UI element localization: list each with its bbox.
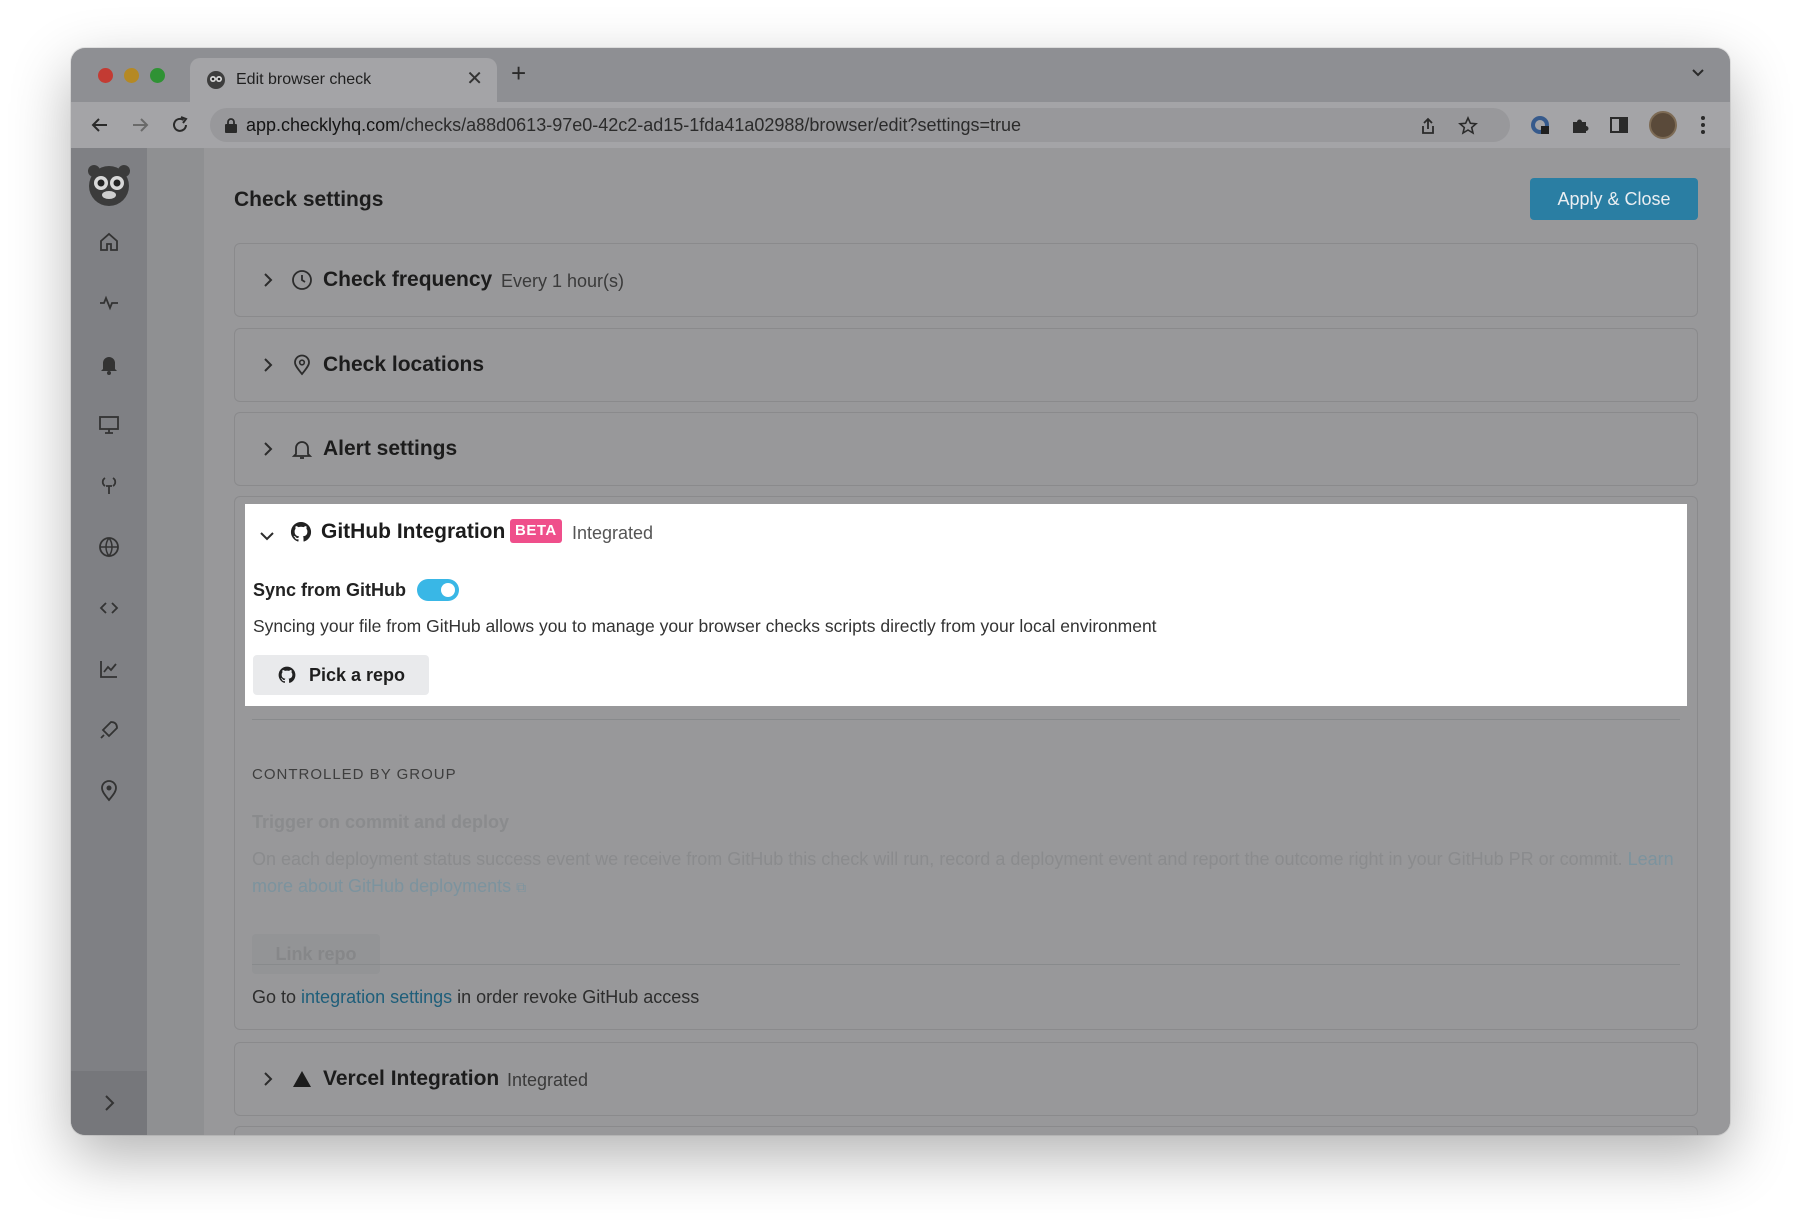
frequency-value: Every 1 hour(s) <box>501 271 625 291</box>
apply-close-button[interactable]: Apply & Close <box>1530 178 1698 220</box>
bell-icon[interactable] <box>97 352 121 376</box>
chevron-right-icon <box>105 1095 115 1111</box>
github-sync-card: GitHub Integration BETA Integrated Sync … <box>245 504 1687 706</box>
vercel-triangle-icon <box>293 1071 311 1087</box>
section-check-locations[interactable]: Check locations <box>234 328 1698 402</box>
external-link-icon: ⧉ <box>516 879 527 895</box>
maximize-window-button[interactable] <box>150 68 165 83</box>
monitor-icon[interactable] <box>97 413 121 437</box>
github-icon <box>290 521 312 542</box>
new-tab-button[interactable]: + <box>511 58 526 88</box>
extension-monitor-icon[interactable] <box>1529 114 1551 136</box>
tab-title: Edit browser check <box>236 71 372 88</box>
clock-icon <box>292 270 312 290</box>
reload-icon[interactable] <box>169 114 191 136</box>
revoke-suffix: in order revoke GitHub access <box>457 987 700 1007</box>
chevron-right-icon <box>264 358 273 372</box>
controlled-by-group-label: CONTROLLED BY GROUP <box>252 766 457 783</box>
chart-line-icon[interactable] <box>97 657 121 681</box>
section-title: Check locations <box>323 353 485 376</box>
chevron-right-icon <box>264 442 273 456</box>
beta-badge: BETA <box>510 519 562 543</box>
code-icon[interactable] <box>97 596 121 620</box>
sync-from-github-label: Sync from GitHub <box>253 580 407 600</box>
trigger-description: On each deployment status success event … <box>252 846 1682 901</box>
check-settings-panel: Check settings Apply & Close Check frequ… <box>204 148 1730 1135</box>
activity-icon[interactable] <box>97 291 121 315</box>
section-check-frequency[interactable]: Check frequency Every 1 hour(s) <box>234 243 1698 317</box>
minimize-window-button[interactable] <box>124 68 139 83</box>
browser-menu-icon[interactable] <box>1700 114 1706 136</box>
back-arrow-icon[interactable] <box>89 114 111 136</box>
trigger-description-text: On each deployment status success event … <box>252 849 1623 869</box>
heartbeat-icon[interactable] <box>97 474 121 498</box>
home-icon[interactable] <box>97 230 121 254</box>
location-pin-icon <box>294 354 310 376</box>
lock-icon <box>225 118 237 133</box>
tab-close-icon[interactable]: ✕ <box>466 68 483 90</box>
url-host: app.checklyhq.com <box>246 115 401 135</box>
profile-avatar[interactable] <box>1649 111 1677 139</box>
chevron-right-icon <box>264 273 273 287</box>
divider <box>252 964 1680 965</box>
chevron-right-icon <box>264 1072 273 1086</box>
revoke-access-note: Go to integration settings in order revo… <box>252 987 699 1008</box>
sidebar-expand-button[interactable] <box>71 1071 147 1135</box>
sidebar <box>71 148 147 1135</box>
side-panel-icon[interactable] <box>1608 114 1630 136</box>
extensions-puzzle-icon[interactable] <box>1569 114 1591 136</box>
browser-toolbar: app.checklyhq.com/checks/a88d0613-97e0-4… <box>71 102 1730 148</box>
close-window-button[interactable] <box>98 68 113 83</box>
share-icon[interactable] <box>1418 116 1438 136</box>
browser-tab[interactable]: Edit browser check ✕ <box>190 58 497 102</box>
checkly-favicon-icon <box>207 71 225 89</box>
section-title: Alert settings <box>323 437 458 460</box>
location-pin-icon[interactable] <box>97 779 121 803</box>
section-title: Vercel Integration <box>323 1067 500 1090</box>
link-repo-button: Link repo <box>252 934 380 974</box>
panel-title: Check settings <box>234 188 384 211</box>
address-bar[interactable]: app.checklyhq.com/checks/a88d0613-97e0-4… <box>210 108 1510 142</box>
forward-arrow-icon[interactable] <box>129 114 151 136</box>
vercel-status: Integrated <box>507 1070 589 1090</box>
browser-titlebar: Edit browser check ✕ + <box>71 48 1730 102</box>
github-status: Integrated <box>572 523 654 543</box>
revoke-prefix: Go to <box>252 987 297 1007</box>
sync-description: Syncing your file from GitHub allows you… <box>253 616 1157 636</box>
pick-a-repo-button[interactable]: Pick a repo <box>253 655 429 695</box>
url-path: /checks/a88d0613-97e0-42c2-ad15-1fda41a0… <box>400 115 1022 135</box>
bell-icon <box>291 441 313 459</box>
divider <box>252 719 1680 720</box>
section-vercel-integration[interactable]: Vercel Integration Integrated <box>234 1042 1698 1116</box>
next-section-edge <box>234 1126 1698 1135</box>
chevron-down-icon[interactable] <box>258 527 276 545</box>
chevron-down-icon[interactable] <box>1688 62 1708 82</box>
pick-a-repo-label: Pick a repo <box>309 665 406 685</box>
bookmark-star-icon[interactable] <box>1458 116 1478 136</box>
globe-icon[interactable] <box>97 535 121 559</box>
app-area: Pr C Cr Ru Check settings Apply & Close … <box>71 148 1730 1135</box>
rocket-icon[interactable] <box>97 718 121 742</box>
section-title: Check frequency <box>323 268 493 291</box>
sync-from-github-toggle[interactable] <box>417 579 459 601</box>
github-icon <box>278 666 296 683</box>
checkly-logo-icon[interactable] <box>86 162 132 208</box>
section-alert-settings[interactable]: Alert settings <box>234 412 1698 486</box>
trigger-on-commit-title: Trigger on commit and deploy <box>252 812 510 832</box>
browser-window: Edit browser check ✕ + app.checklyhq.com… <box>71 48 1730 1135</box>
integration-settings-link[interactable]: integration settings <box>301 987 452 1007</box>
github-section-title: GitHub Integration <box>321 520 506 543</box>
url-text: app.checklyhq.com/checks/a88d0613-97e0-4… <box>246 115 1021 136</box>
